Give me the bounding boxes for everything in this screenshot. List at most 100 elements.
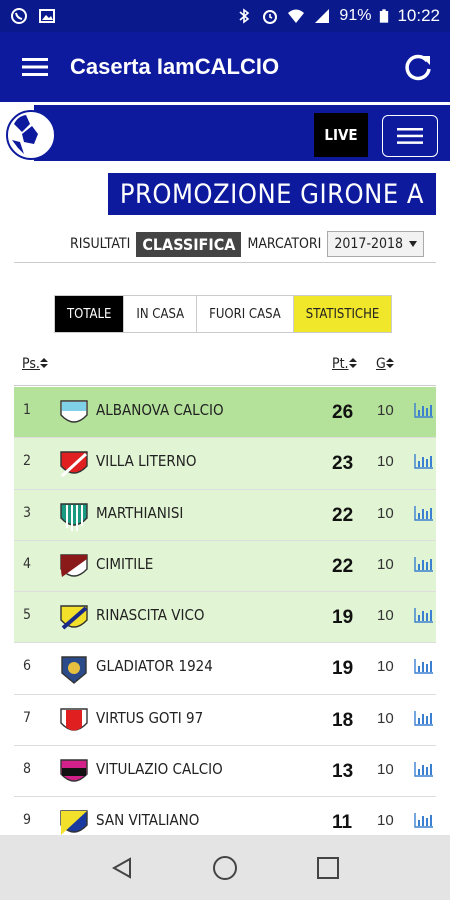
bar-chart-icon[interactable] xyxy=(414,402,434,418)
battery-icon xyxy=(380,9,389,23)
filter-home[interactable]: IN CASA xyxy=(124,296,198,332)
table-row[interactable]: 1 ALBANOVA CALCIO 26 10 xyxy=(14,387,436,439)
row-points: 22 xyxy=(332,555,354,577)
back-button[interactable] xyxy=(102,848,142,888)
tab-scorers[interactable]: MARCATORI xyxy=(247,236,321,252)
clock: 10:22 xyxy=(397,6,440,25)
bar-chart-icon[interactable] xyxy=(414,812,434,829)
brand-strip: LIVE xyxy=(0,102,450,166)
table-row[interactable]: 9 SAN VITALIANO 11 10 xyxy=(14,797,436,835)
table-row[interactable]: 5 RINASCITA VICO 19 10 xyxy=(14,592,436,644)
row-points: 23 xyxy=(332,453,354,475)
filter-total[interactable]: TOTALE xyxy=(55,296,125,332)
column-games-label: G xyxy=(376,356,386,372)
marthianisi-crest xyxy=(60,502,88,531)
table-row[interactable]: 7 VIRTUS GOTI 97 18 10 xyxy=(14,694,436,747)
bar-chart-icon[interactable] xyxy=(414,453,434,469)
row-games: 10 xyxy=(377,504,394,522)
row-games: 10 xyxy=(377,658,394,676)
row-team-name[interactable]: GLADIATOR 1924 xyxy=(96,657,213,675)
table-row[interactable]: 6 GLADIATOR 1924 19 10 xyxy=(14,643,436,695)
section-tabs: RISULTATI CLASSIFICA MARCATORI 2017-2018 xyxy=(70,229,425,259)
row-team-name[interactable]: VIRTUS GOTI 97 xyxy=(96,709,203,727)
row-team-name[interactable]: MARTHIANISI xyxy=(96,504,183,522)
filter-stats[interactable]: STATISTICHE xyxy=(293,296,392,332)
season-select[interactable]: 2017-2018 xyxy=(327,231,425,257)
sort-icon xyxy=(348,358,357,368)
row-team-name[interactable]: SAN VITALIANO xyxy=(96,811,199,829)
row-team-name[interactable]: ALBANOVA CALCIO xyxy=(96,401,224,419)
column-games-header[interactable]: G xyxy=(376,356,394,372)
logo[interactable] xyxy=(6,110,56,160)
sort-icon xyxy=(39,358,48,368)
row-games: 10 xyxy=(377,453,394,471)
row-team-name[interactable]: VITULAZIO CALCIO xyxy=(96,760,223,778)
hamburger-icon xyxy=(22,58,48,76)
app-bar: Caserta IamCALCIO xyxy=(0,32,450,102)
live-button[interactable]: LIVE xyxy=(314,113,368,157)
table-header: Ps. Pt. G xyxy=(14,350,436,386)
menu-button[interactable] xyxy=(0,32,70,102)
site-menu-button[interactable] xyxy=(382,115,438,157)
home-button[interactable] xyxy=(205,848,245,888)
whatsapp-icon xyxy=(11,8,27,24)
battery-level: 91% xyxy=(339,7,372,24)
bar-chart-icon[interactable] xyxy=(414,658,434,675)
table-row[interactable]: 3 MARTHIANISI 22 10 xyxy=(14,489,436,541)
row-games: 10 xyxy=(377,709,394,727)
recents-button[interactable] xyxy=(308,848,348,888)
row-team-name[interactable]: CIMITILE xyxy=(96,555,153,573)
hamburger-icon xyxy=(397,128,423,144)
villa-literno-crest xyxy=(60,451,88,478)
column-position-header[interactable]: Ps. xyxy=(22,356,48,372)
soccer-ball-icon xyxy=(10,114,52,156)
row-points: 11 xyxy=(332,812,353,834)
vitulazio-crest xyxy=(60,759,88,782)
row-points: 26 xyxy=(332,402,354,423)
bar-chart-icon[interactable] xyxy=(414,505,434,521)
row-points: 18 xyxy=(332,709,354,731)
bar-chart-icon[interactable] xyxy=(414,761,434,777)
row-position: 8 xyxy=(23,761,32,778)
status-bar: 91% 10:22 xyxy=(0,0,450,32)
bar-chart-icon[interactable] xyxy=(414,556,434,572)
table-row[interactable]: 2 VILLA LITERNO 23 10 xyxy=(14,438,436,490)
bluetooth-icon xyxy=(239,8,250,24)
alarm-icon xyxy=(263,10,278,24)
albanova-crest xyxy=(60,400,88,423)
signal-icon xyxy=(315,9,330,23)
app-title: Caserta IamCALCIO xyxy=(70,54,280,79)
column-points-label: Pt. xyxy=(332,356,349,372)
recents-icon xyxy=(317,856,340,879)
row-points: 13 xyxy=(332,761,354,783)
row-position: 4 xyxy=(23,555,32,572)
column-points-header[interactable]: Pt. xyxy=(332,356,357,372)
wifi-icon xyxy=(288,9,305,23)
sort-icon xyxy=(385,358,394,368)
tab-standings[interactable]: CLASSIFICA xyxy=(136,231,242,257)
row-position: 2 xyxy=(23,453,32,470)
home-icon xyxy=(212,855,237,880)
row-position: 9 xyxy=(23,812,32,829)
row-team-name[interactable]: VILLA LITERNO xyxy=(96,452,196,470)
filter-away[interactable]: FUORI CASA xyxy=(197,296,294,332)
system-nav-bar xyxy=(0,835,450,900)
bar-chart-icon[interactable] xyxy=(414,607,434,623)
cimitile-crest xyxy=(60,554,88,577)
back-icon xyxy=(111,856,131,879)
row-points: 19 xyxy=(332,658,354,680)
table-row[interactable]: 8 VITULAZIO CALCIO 13 10 xyxy=(14,746,436,798)
rinascita-vico-crest xyxy=(60,605,88,630)
row-position: 6 xyxy=(23,658,32,675)
row-position: 5 xyxy=(23,607,32,624)
bar-chart-icon[interactable] xyxy=(414,710,434,726)
row-team-name[interactable]: RINASCITA VICO xyxy=(96,606,205,624)
table-row[interactable]: 4 CIMITILE 22 10 xyxy=(14,540,436,593)
row-games: 10 xyxy=(377,812,394,830)
row-points: 19 xyxy=(332,607,354,629)
league-title: PROMOZIONE GIRONE A xyxy=(107,173,436,215)
dropdown-arrow-icon xyxy=(409,241,418,247)
row-games: 10 xyxy=(377,402,394,419)
tab-results[interactable]: RISULTATI xyxy=(70,236,130,252)
refresh-button[interactable] xyxy=(386,32,450,102)
